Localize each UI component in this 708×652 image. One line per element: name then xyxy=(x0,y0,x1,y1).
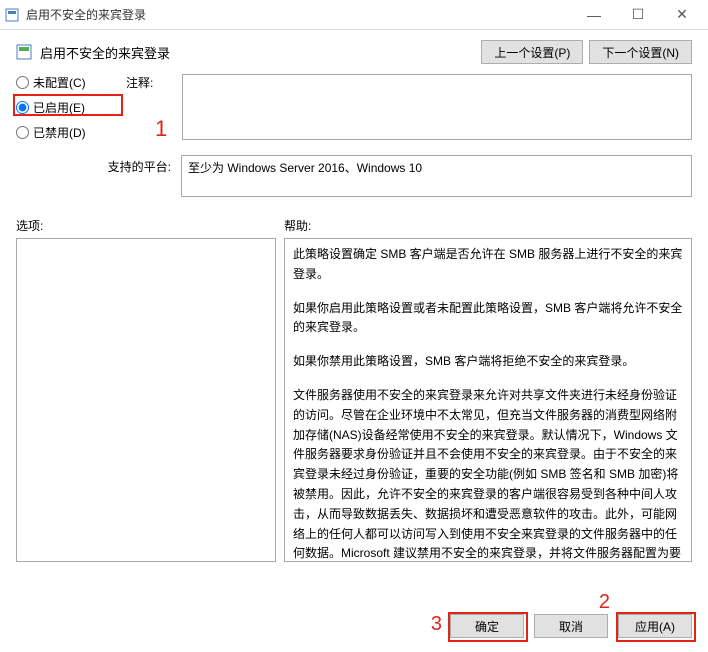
comment-label: 注释: xyxy=(126,74,182,149)
next-setting-button[interactable]: 下一个设置(N) xyxy=(589,40,692,64)
cancel-button[interactable]: 取消 xyxy=(534,614,608,638)
help-paragraph: 文件服务器使用不安全的来宾登录来允许对共享文件夹进行未经身份验证的访问。尽管在企… xyxy=(293,386,683,562)
policy-header: 启用不安全的来宾登录 上一个设置(P) 下一个设置(N) xyxy=(16,40,692,64)
policy-icon xyxy=(16,44,32,60)
supported-platforms-label: 支持的平台: xyxy=(16,155,181,175)
app-icon xyxy=(4,7,20,23)
annotation-number-3: 3 xyxy=(431,613,442,636)
ok-button[interactable]: 确定 xyxy=(450,614,524,638)
apply-button[interactable]: 应用(A) xyxy=(618,614,692,638)
comment-textarea[interactable] xyxy=(182,74,692,140)
options-panel xyxy=(16,238,276,562)
radio-enabled[interactable]: 已启用(E) xyxy=(16,99,116,116)
help-paragraph: 如果你禁用此策略设置，SMB 客户端将拒绝不安全的来宾登录。 xyxy=(293,352,683,372)
radio-not-configured[interactable]: 未配置(C) xyxy=(16,74,116,91)
maximize-button[interactable]: ☐ xyxy=(616,1,660,29)
window-title: 启用不安全的来宾登录 xyxy=(26,6,572,23)
help-paragraph: 如果你启用此策略设置或者未配置此策略设置，SMB 客户端将允许不安全的来宾登录。 xyxy=(293,299,683,339)
help-label: 帮助: xyxy=(284,217,692,234)
options-label: 选项: xyxy=(16,217,284,234)
radio-disabled[interactable]: 已禁用(D) xyxy=(16,124,116,141)
annotation-number-2: 2 xyxy=(599,591,610,614)
previous-setting-button[interactable]: 上一个设置(P) xyxy=(481,40,583,64)
titlebar: 启用不安全的来宾登录 — ☐ ✕ xyxy=(0,0,708,30)
minimize-button[interactable]: — xyxy=(572,1,616,29)
help-panel[interactable]: 此策略设置确定 SMB 客户端是否允许在 SMB 服务器上进行不安全的来宾登录。… xyxy=(284,238,692,562)
close-button[interactable]: ✕ xyxy=(660,1,704,29)
policy-title: 启用不安全的来宾登录 xyxy=(40,43,475,62)
help-paragraph: 此策略设置确定 SMB 客户端是否允许在 SMB 服务器上进行不安全的来宾登录。 xyxy=(293,245,683,285)
dialog-footer: 确定 取消 应用(A) xyxy=(450,614,692,638)
supported-platforms-field[interactable]: 至少为 Windows Server 2016、Windows 10 xyxy=(181,155,692,197)
